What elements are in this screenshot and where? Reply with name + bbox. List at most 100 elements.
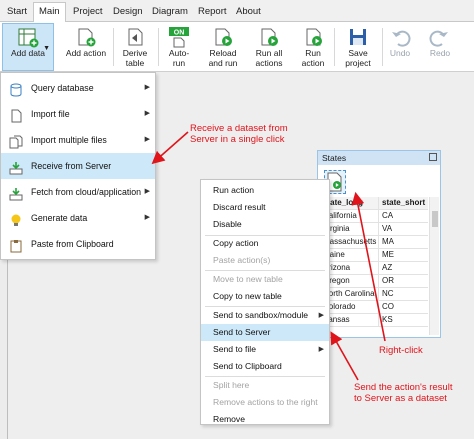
tab-diagram[interactable]: Diagram (147, 3, 193, 22)
states-data-table: state_long state_short California CA Virg… (321, 197, 428, 335)
ribbon-divider (382, 28, 383, 66)
chevron-down-icon[interactable]: ▼ (43, 44, 50, 54)
annotation-send-note: Send the action's result to Server as a … (354, 382, 452, 404)
run-action-button[interactable]: Run action (295, 24, 331, 70)
ribbon-toolbar: Add data ▼ Add action Derive table ON Au… (0, 22, 474, 72)
table-cell: CO (382, 302, 394, 311)
table-row: Kansas KS (321, 314, 428, 327)
add-data-button[interactable]: Add data ▼ (2, 23, 54, 71)
annotation-right-click: Right-click (379, 345, 423, 356)
derive-table-button[interactable]: Derive table (117, 24, 153, 70)
menu-item-paste-from-clipboard[interactable]: Paste from Clipboard (1, 231, 155, 257)
submenu-arrow-icon: ▶ (144, 188, 150, 195)
add-data-dropdown-menu: Query database ▶ Import file ▶ Import mult… (0, 72, 156, 260)
add-action-label: Add action (65, 48, 107, 58)
tab-report[interactable]: Report (193, 3, 232, 22)
states-table-window[interactable]: States state_long state_short California… (317, 150, 441, 338)
tab-main[interactable]: Main (33, 2, 66, 23)
table-cell: OR (382, 276, 394, 285)
annotation-line: Server in a single click (190, 134, 285, 145)
auto-run-toggle[interactable]: ON Auto- run (163, 24, 195, 70)
submenu-arrow-icon: ▶ (144, 214, 150, 221)
context-item-send-to-clipboard[interactable]: Send to Clipboard (201, 358, 329, 375)
reload-and-run-label-2: and run (208, 57, 238, 68)
menu-item-label: Generate data (31, 213, 88, 223)
column-header-state-short[interactable]: state_short (379, 197, 428, 210)
ribbon-divider (158, 28, 159, 66)
cloud-download-icon (9, 185, 23, 201)
save-project-button[interactable]: Save project (338, 24, 378, 70)
table-cell: ME (382, 250, 394, 259)
annotation-line: Receive a dataset from (190, 123, 288, 134)
tab-design[interactable]: Design (108, 3, 148, 22)
lightbulb-icon (9, 211, 23, 226)
table-cell: MA (382, 237, 394, 246)
save-icon (347, 26, 369, 48)
tab-about[interactable]: About (231, 3, 266, 22)
context-item-label: Send to file (213, 344, 256, 354)
ribbon-tab-bar: Start Main Project Design Diagram Report… (0, 0, 474, 23)
reload-and-run-button[interactable]: Reload and run (203, 24, 243, 70)
table-row: Arizona AZ (321, 262, 428, 275)
run-all-label-2: actions (255, 57, 283, 68)
table-cell: CA (382, 211, 394, 220)
context-item-run-action[interactable]: Run action (201, 182, 329, 199)
add-action-button[interactable]: Add action (62, 24, 110, 70)
ribbon-divider (334, 28, 335, 66)
menu-item-receive-from-server[interactable]: Receive from Server (1, 153, 155, 179)
menu-item-label: Receive from Server (31, 161, 112, 171)
menu-item-generate-data[interactable]: Generate data ▶ (1, 205, 155, 231)
undo-button[interactable]: Undo (386, 24, 414, 70)
scrollbar-thumb[interactable] (432, 211, 438, 227)
menu-item-label: Paste from Clipboard (31, 239, 114, 249)
reload-run-icon (212, 26, 234, 48)
menu-item-import-file[interactable]: Import file ▶ (1, 101, 155, 127)
context-item-send-to-file[interactable]: Send to file ▶ (201, 341, 329, 358)
tab-start[interactable]: Start (2, 3, 32, 22)
menu-item-import-multiple-files[interactable]: Import multiple files ▶ (1, 127, 155, 153)
run-all-actions-button[interactable]: Run all actions (249, 24, 289, 70)
menu-item-fetch-from-cloud[interactable]: Fetch from cloud/application ▶ (1, 179, 155, 205)
context-item-paste-actions: Paste action(s) (213, 255, 271, 265)
vertical-scrollbar[interactable] (429, 197, 439, 335)
menu-item-label: Fetch from cloud/application (31, 187, 142, 197)
states-window-titlebar[interactable]: States (318, 151, 440, 165)
save-project-label-2: project (345, 57, 371, 68)
window-maximize-icon[interactable] (429, 153, 437, 161)
submenu-arrow-icon: ▶ (318, 312, 324, 319)
file-icon (9, 107, 23, 123)
context-item-disable[interactable]: Disable (201, 216, 329, 233)
table-row: North Carolina NC (321, 288, 428, 301)
context-item-send-to-sandbox[interactable]: Send to sandbox/module ▶ (201, 307, 329, 324)
run-action-icon (302, 26, 324, 48)
context-item-copy-to-new-table[interactable]: Copy to new table (201, 288, 329, 305)
annotation-line: to Server as a dataset (354, 393, 447, 404)
table-row: Virginia VA (321, 223, 428, 236)
context-item-remove[interactable]: Remove (201, 411, 329, 428)
context-item-send-to-server[interactable]: Send to Server (201, 324, 329, 341)
context-item-discard-result[interactable]: Discard result (201, 199, 329, 216)
auto-run-badge: ON (174, 30, 185, 37)
table-row: Massachusetts MA (321, 236, 428, 249)
table-cell: AZ (382, 263, 393, 272)
redo-button[interactable]: Redo (426, 24, 454, 70)
menu-item-query-database[interactable]: Query database ▶ (1, 75, 155, 101)
submenu-arrow-icon: ▶ (318, 346, 324, 353)
context-item-label: Send to sandbox/module (213, 310, 309, 320)
table-header-row: state_long state_short (321, 197, 428, 210)
context-item-split-here: Split here (213, 380, 250, 390)
table-row: Maine ME (321, 249, 428, 262)
annotation-receive-note: Receive a dataset from Server in a singl… (190, 123, 288, 145)
run-all-icon (258, 26, 280, 48)
clipboard-icon (9, 237, 23, 253)
context-item-move-to-new-table: Move to new table (213, 274, 283, 284)
undo-icon (389, 26, 411, 48)
redo-icon (429, 26, 451, 48)
menu-item-label: Import multiple files (31, 135, 107, 145)
context-item-copy-action[interactable]: Copy action (201, 235, 329, 252)
tab-project[interactable]: Project (68, 3, 108, 22)
multiple-files-icon (9, 133, 23, 149)
auto-run-label-2: run (172, 57, 186, 68)
add-action-icon (75, 26, 97, 48)
table-cell: NC (382, 289, 394, 298)
